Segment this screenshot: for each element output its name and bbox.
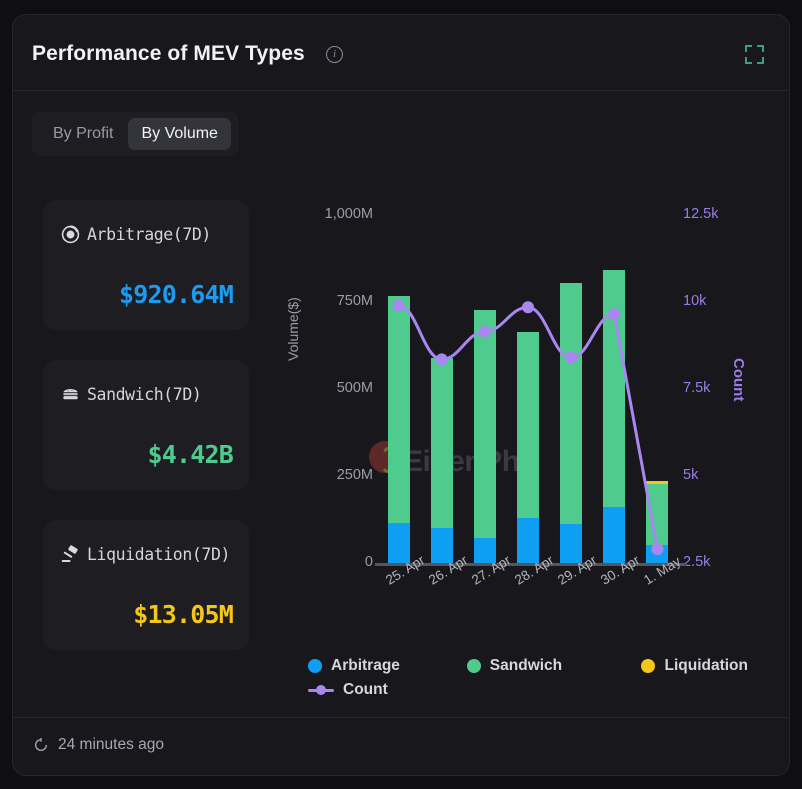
y2-axis-tick-label: 10k: [683, 293, 706, 309]
stat-card-list: Arbitrage(7D) $920.64M Sandwich(7D) $4.4…: [43, 200, 249, 680]
y2-axis-tick-label: 7.5k: [683, 380, 710, 396]
legend-item-sandwich[interactable]: Sandwich: [467, 657, 642, 675]
y2-axis-tick-label: 2.5k: [683, 554, 710, 570]
page-title: Performance of MEV Types: [32, 42, 305, 66]
stat-card-label: Liquidation(7D): [87, 545, 230, 564]
stat-card-value: $4.42B: [147, 440, 233, 469]
y-axis-label: Volume($): [285, 297, 301, 361]
legend-label: Count: [343, 681, 388, 699]
y2-axis-label: Count: [730, 358, 747, 401]
stat-card-header: Liquidation(7D): [61, 545, 230, 564]
stat-card-value: $13.05M: [133, 600, 233, 629]
count-data-point[interactable]: [522, 301, 534, 313]
legend-item-liquidation[interactable]: Liquidation: [641, 657, 748, 675]
y-axis-tick-label: 1,000M: [325, 206, 373, 222]
legend-label: Arbitrage: [331, 657, 400, 675]
count-data-point[interactable]: [479, 326, 491, 338]
y-axis-tick-label: 250M: [337, 467, 373, 483]
coin-icon: [61, 225, 80, 244]
legend-dot-icon: [641, 659, 655, 673]
y-axis-tick-label: 750M: [337, 293, 373, 309]
legend-label: Liquidation: [664, 657, 748, 675]
count-data-point[interactable]: [393, 299, 405, 311]
last-updated-text: 24 minutes ago: [58, 736, 164, 754]
stat-card-arbitrage[interactable]: Arbitrage(7D) $920.64M: [43, 200, 249, 330]
card-footer: 24 minutes ago: [13, 717, 789, 775]
legend-row-primary: Arbitrage Sandwich Liquidation: [308, 657, 748, 675]
count-data-point[interactable]: [608, 308, 620, 320]
legend-item-count[interactable]: Count: [308, 681, 388, 699]
mev-chart: Volume($) Count 0 250M 500M 750M 1,000M 2.5k…: [275, 183, 785, 713]
stat-card-label: Arbitrage(7D): [87, 225, 211, 244]
chart-legend: Arbitrage Sandwich Liquidation Count: [308, 657, 748, 705]
sandwich-icon: [61, 385, 80, 404]
refresh-icon: [33, 737, 49, 753]
stat-card-value: $920.64M: [119, 280, 233, 309]
card-header: Performance of MEV Types i: [13, 15, 789, 91]
legend-dot-icon: [308, 659, 322, 673]
y-axis-tick-label: 500M: [337, 380, 373, 396]
stat-card-sandwich[interactable]: Sandwich(7D) $4.42B: [43, 360, 249, 490]
stat-card-label: Sandwich(7D): [87, 385, 201, 404]
plot-area: [377, 215, 679, 563]
expand-icon[interactable]: [745, 45, 764, 64]
last-updated: 24 minutes ago: [33, 736, 164, 754]
legend-row-secondary: Count: [308, 681, 748, 699]
count-data-point[interactable]: [565, 352, 577, 364]
legend-label: Sandwich: [490, 657, 562, 675]
y2-axis-tick-label: 12.5k: [683, 206, 718, 222]
y2-axis-tick-label: 5k: [683, 467, 698, 483]
legend-line-icon: [308, 683, 334, 697]
view-mode-tabs: By Profit By Volume: [32, 112, 239, 156]
legend-dot-icon: [467, 659, 481, 673]
count-data-point[interactable]: [436, 353, 448, 365]
count-data-point[interactable]: [651, 543, 663, 555]
stat-card-header: Sandwich(7D): [61, 385, 201, 404]
gavel-icon: [61, 545, 80, 564]
stat-card-header: Arbitrage(7D): [61, 225, 211, 244]
count-line-series: [377, 215, 679, 563]
mev-performance-card: Performance of MEV Types i By Profit By …: [12, 14, 790, 776]
legend-item-arbitrage[interactable]: Arbitrage: [308, 657, 467, 675]
stat-card-liquidation[interactable]: Liquidation(7D) $13.05M: [43, 520, 249, 650]
tab-by-volume[interactable]: By Volume: [128, 118, 230, 150]
tab-by-profit[interactable]: By Profit: [40, 118, 126, 150]
info-icon[interactable]: i: [326, 46, 343, 63]
y-axis-tick-label: 0: [365, 554, 373, 570]
